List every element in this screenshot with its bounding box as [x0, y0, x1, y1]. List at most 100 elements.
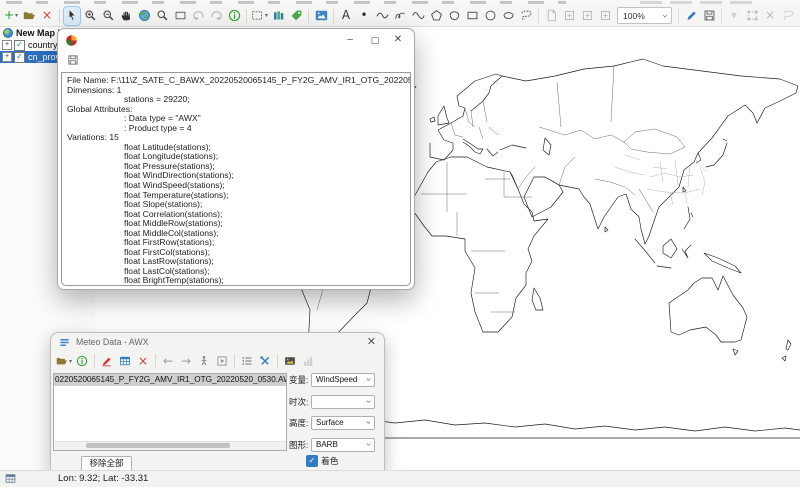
- expand-icon[interactable]: +: [2, 40, 12, 50]
- ellipse-tool[interactable]: [500, 7, 516, 25]
- zoom-in-tool[interactable]: [82, 7, 98, 25]
- select-feature-tool[interactable]: ▾: [251, 7, 268, 25]
- add-layer-button[interactable]: +▾: [3, 7, 19, 25]
- curve-tool[interactable]: [410, 7, 426, 25]
- full-extent-tool[interactable]: [136, 7, 152, 25]
- draw-data-button[interactable]: [99, 352, 115, 370]
- zoom-out-tool[interactable]: [100, 7, 116, 25]
- freehand-tool[interactable]: [392, 7, 408, 25]
- toolbar-separator: [234, 354, 235, 368]
- glyph: +: [4, 9, 14, 22]
- file-list-item[interactable]: 0220520065145_P_FY2G_AMV_IR1_OTG_2022052…: [54, 374, 286, 386]
- redo-icon: [210, 9, 223, 22]
- info-line: float Latitude(stations);: [67, 143, 410, 153]
- lasso-tool[interactable]: [518, 7, 534, 25]
- attribute-table-button[interactable]: [270, 7, 286, 25]
- floppy-icon: [703, 9, 716, 22]
- info-line: Global Attributes:: [67, 105, 410, 115]
- data-info-dialog: – ▢ ✕ File Name: F:\11\Z_SATE_C_BAWX_202…: [57, 28, 415, 290]
- open-file-button[interactable]: [21, 7, 37, 25]
- app-logo-icon: [65, 34, 78, 47]
- zoom-to-extent-tool[interactable]: [172, 7, 188, 25]
- animation-button[interactable]: [196, 352, 212, 370]
- polygon-tool[interactable]: [428, 7, 444, 25]
- field-label: 变量:: [289, 374, 311, 386]
- meteo-data-icon: [59, 337, 70, 348]
- layer-checkbox[interactable]: ✓: [14, 40, 25, 51]
- text-tool[interactable]: A: [338, 7, 354, 25]
- undo-button[interactable]: [190, 7, 206, 25]
- info-line: float Correlation(stations);: [67, 210, 410, 220]
- meteo-titlebar[interactable]: Meteo Data - AWX ✕: [51, 333, 384, 351]
- tag-icon: [290, 9, 303, 22]
- scrollbar-thumb[interactable]: [86, 443, 230, 448]
- expand-icon[interactable]: +: [2, 52, 12, 62]
- sections-list-button[interactable]: [239, 352, 255, 370]
- meteo-close-button[interactable]: ✕: [367, 335, 376, 348]
- edit-vertices-button[interactable]: [683, 7, 699, 25]
- meteo-toolbar: ▾ × ←→: [55, 351, 382, 371]
- redo-button[interactable]: [208, 7, 224, 25]
- data-settings-button[interactable]: [257, 352, 273, 370]
- info-icon: [76, 355, 88, 367]
- field-combobox[interactable]: Surface: [311, 416, 375, 430]
- info-line: : Data type = "AWX": [67, 114, 410, 124]
- field-row-0: 变量:WindSpeed: [289, 372, 375, 387]
- remove-layer-button[interactable]: ×: [39, 7, 55, 25]
- identify-tool[interactable]: [226, 7, 242, 25]
- transform-icon: [746, 9, 759, 22]
- info-line: float MiddleRow(stations);: [67, 219, 410, 229]
- open-data-button[interactable]: ▾: [56, 352, 72, 370]
- smallsq-icon: [563, 9, 576, 22]
- horizontal-scrollbar[interactable]: [54, 441, 286, 450]
- close-data-button[interactable]: ×: [135, 352, 151, 370]
- point-tool[interactable]: •: [356, 7, 372, 25]
- chev-icon: [661, 12, 669, 20]
- freehand-polygon-tool[interactable]: [446, 7, 462, 25]
- save-project-button[interactable]: [701, 7, 717, 25]
- colorize-checkbox[interactable]: ✓ 着色: [306, 454, 339, 467]
- rectangle-tool[interactable]: [464, 7, 480, 25]
- close-button[interactable]: ✕: [386, 32, 410, 48]
- circle-tool[interactable]: [482, 7, 498, 25]
- pan-tool[interactable]: [118, 7, 134, 25]
- opened-files-list[interactable]: 0220520065145_P_FY2G_AMV_IR1_OTG_2022052…: [53, 373, 287, 451]
- polyline-tool[interactable]: [374, 7, 390, 25]
- glyph: A: [342, 9, 350, 22]
- map-frame-icon: [3, 28, 13, 38]
- field-combobox[interactable]: BARB: [311, 438, 375, 452]
- save-info-icon[interactable]: [67, 54, 79, 66]
- clipped-title-text: [640, 1, 760, 4]
- maximize-button[interactable]: ▢: [363, 32, 387, 48]
- new-layout-button[interactable]: [313, 7, 329, 25]
- field-combobox[interactable]: [311, 395, 375, 409]
- playframe-icon: [216, 355, 228, 367]
- previous-time-button[interactable]: ←: [160, 352, 176, 370]
- info-line: float WindDirection(stations);: [67, 171, 410, 181]
- grid-status-icon: [5, 473, 16, 484]
- toolbar-separator: [155, 354, 156, 368]
- coordinate-readout: Lon: 9.32; Lat: -33.31: [58, 473, 148, 484]
- chev-icon: [365, 441, 372, 448]
- field-combobox[interactable]: WindSpeed: [311, 373, 375, 387]
- checkbox-check-icon[interactable]: ✓: [306, 455, 318, 467]
- minimize-button[interactable]: –: [338, 32, 362, 48]
- zoom-to-layer-tool[interactable]: [154, 7, 170, 25]
- field-label: 时次:: [289, 396, 311, 408]
- lasso-selection-button: [780, 7, 796, 25]
- toolbar-separator: [308, 9, 309, 23]
- label-button[interactable]: [288, 7, 304, 25]
- info-line: float Pressure(stations);: [67, 162, 410, 172]
- layer-checkbox[interactable]: ✓: [14, 52, 25, 63]
- next-time-button[interactable]: →: [178, 352, 194, 370]
- output-image-button[interactable]: [282, 352, 298, 370]
- zoom-level-combobox[interactable]: 100%: [617, 7, 672, 24]
- info-line: Dimensions: 1: [67, 86, 410, 96]
- status-bar: Lon: 9.32; Lat: -33.31: [0, 470, 800, 487]
- data-table-button[interactable]: [117, 352, 133, 370]
- play-frame-button[interactable]: [214, 352, 230, 370]
- combobox-value: Surface: [316, 418, 344, 427]
- select-tool[interactable]: [64, 7, 80, 25]
- data-info-button[interactable]: [74, 352, 90, 370]
- data-info-titlebar[interactable]: – ▢ ✕: [58, 29, 414, 51]
